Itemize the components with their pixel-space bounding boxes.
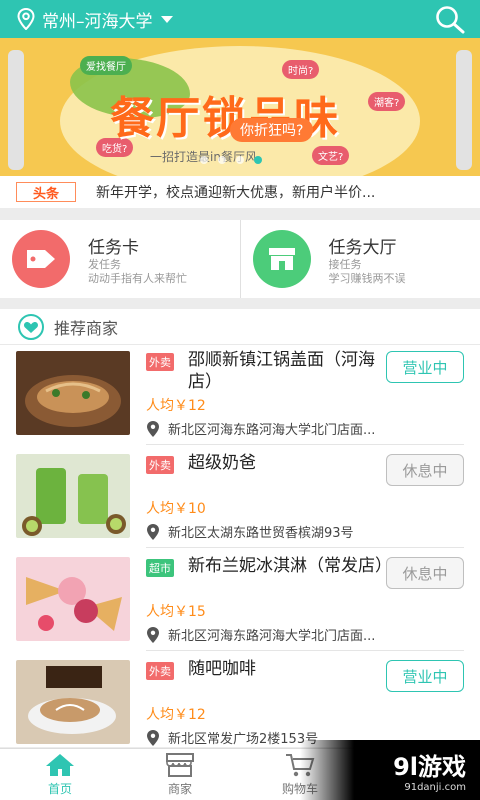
- address-text: 新北区常发广场2楼153号: [168, 732, 319, 747]
- merchant-price: 人均￥12: [146, 398, 206, 414]
- status-badge: 营业中: [386, 351, 464, 383]
- merchant-name: 超级奶爸: [188, 453, 256, 473]
- recommended-header: 推荐商家: [0, 309, 480, 345]
- merchant-name: 新布兰妮冰淇淋（常发店）: [188, 556, 392, 576]
- divider: [146, 547, 464, 548]
- merchant-price: 人均￥15: [146, 604, 206, 620]
- store-icon: [166, 753, 194, 777]
- merchant-photo: [16, 454, 130, 538]
- heart-icon: [18, 313, 44, 340]
- watermark: 9l游戏 91danji.com: [300, 740, 480, 800]
- tab-merchants[interactable]: 商家: [120, 749, 240, 800]
- quick-title: 任务大厅: [328, 237, 397, 258]
- merchant-address: 新北区太湖东路世贸香槟湖93号: [146, 522, 464, 541]
- city-label: 常州–河海大学: [42, 11, 153, 32]
- merchant-address: 新北区河海东路河海大学北门店面...: [146, 625, 464, 644]
- divider: [146, 650, 464, 651]
- quick-title: 任务卡: [88, 237, 139, 258]
- merchant-type-badge: 外卖: [146, 353, 174, 371]
- address-text: 新北区太湖东路世贸香槟湖93号: [168, 526, 354, 541]
- tab-home[interactable]: 首页: [0, 749, 120, 800]
- fork-icon: [8, 50, 24, 170]
- location-selector[interactable]: 常州–河海大学: [16, 7, 173, 32]
- location-pin-icon: [147, 626, 159, 643]
- banner-tag: 文艺?: [312, 146, 350, 165]
- merchant-photo: [16, 557, 130, 641]
- merchant-item[interactable]: 外卖 邵顺新镇江锅盖面（河海店） 人均￥12 新北区河海东路河海大学北门店面..…: [0, 345, 480, 447]
- carousel-dots: [200, 156, 262, 164]
- chevron-down-icon: [160, 15, 173, 23]
- top-bar: 常州–河海大学: [0, 0, 480, 38]
- status-badge: 休息中: [386, 454, 464, 486]
- task-hall-button[interactable]: 任务大厅 接任务 学习赚钱两不误: [239, 220, 480, 298]
- location-pin-icon: [147, 420, 159, 437]
- merchant-price: 人均￥10: [146, 501, 206, 517]
- status-badge: 营业中: [386, 660, 464, 692]
- quick-actions: 任务卡 发任务 动动手指有人来帮忙 任务大厅 接任务 学习赚钱两不误: [0, 220, 480, 298]
- quick-desc: 动动手指有人来帮忙: [88, 271, 187, 285]
- quick-desc: 学习赚钱两不误: [328, 271, 406, 285]
- section-title: 推荐商家: [54, 318, 119, 338]
- banner-tag: 爱找餐厅: [80, 56, 132, 75]
- banner-tag: 潮客?: [368, 92, 406, 111]
- quick-desc: 接任务: [328, 257, 362, 271]
- location-pin-icon: [17, 8, 35, 30]
- merchant-item[interactable]: 外卖 超级奶爸 人均￥10 新北区太湖东路世贸香槟湖93号 休息中: [0, 448, 480, 550]
- merchant-name: 随吧咖啡: [188, 659, 256, 679]
- merchant-price: 人均￥12: [146, 707, 206, 723]
- address-text: 新北区河海东路河海大学北门店面...: [168, 423, 376, 438]
- headline-text[interactable]: 新年开学，校点通迎新大优惠，新用户半价...: [96, 182, 466, 202]
- tab-label: 首页: [47, 782, 72, 796]
- search-icon: [436, 6, 465, 34]
- merchant-address: 新北区河海东路河海大学北门店面...: [146, 419, 464, 438]
- banner-tag: 时尚?: [282, 60, 320, 79]
- merchant-type-badge: 外卖: [146, 662, 174, 680]
- merchant-type-badge: 外卖: [146, 456, 174, 474]
- home-icon: [46, 754, 74, 776]
- quick-desc: 发任务: [88, 257, 121, 271]
- merchant-photo: [16, 351, 130, 435]
- merchant-name: 邵顺新镇江锅盖面（河海店）: [188, 350, 375, 392]
- watermark-site: 91danji.com: [404, 782, 466, 793]
- headline-ticker[interactable]: 头条 新年开学，校点通迎新大优惠，新用户半价...: [0, 176, 480, 208]
- headline-tag: 头条: [16, 182, 76, 202]
- merchant-photo: [16, 660, 130, 744]
- merchant-list: 外卖 邵顺新镇江锅盖面（河海店） 人均￥12 新北区河海东路河海大学北门店面..…: [0, 345, 480, 747]
- carousel-dot[interactable]: [218, 156, 226, 164]
- merchant-item[interactable]: 超市 新布兰妮冰淇淋（常发店） 人均￥15 新北区河海东路河海大学北门店面...…: [0, 551, 480, 653]
- location-pin-icon: [147, 523, 159, 540]
- location-pin-icon: [147, 729, 159, 746]
- search-button[interactable]: [434, 4, 466, 38]
- task-card-button[interactable]: 任务卡 发任务 动动手指有人来帮忙: [0, 220, 240, 298]
- merchant-type-badge: 超市: [146, 559, 174, 577]
- carousel-dot-active[interactable]: [254, 156, 262, 164]
- status-badge: 休息中: [386, 557, 464, 589]
- banner-subtitle: 你折狂吗?: [230, 118, 314, 142]
- knife-icon: [456, 50, 472, 170]
- carousel-dot[interactable]: [236, 156, 244, 164]
- carousel-dot[interactable]: [200, 156, 208, 164]
- divider: [146, 444, 464, 445]
- watermark-logo: 9l游戏: [393, 753, 466, 781]
- tab-label: 商家: [167, 782, 192, 796]
- address-text: 新北区河海东路河海大学北门店面...: [168, 629, 376, 644]
- tag-icon: [12, 230, 70, 288]
- shop-icon: [252, 230, 311, 288]
